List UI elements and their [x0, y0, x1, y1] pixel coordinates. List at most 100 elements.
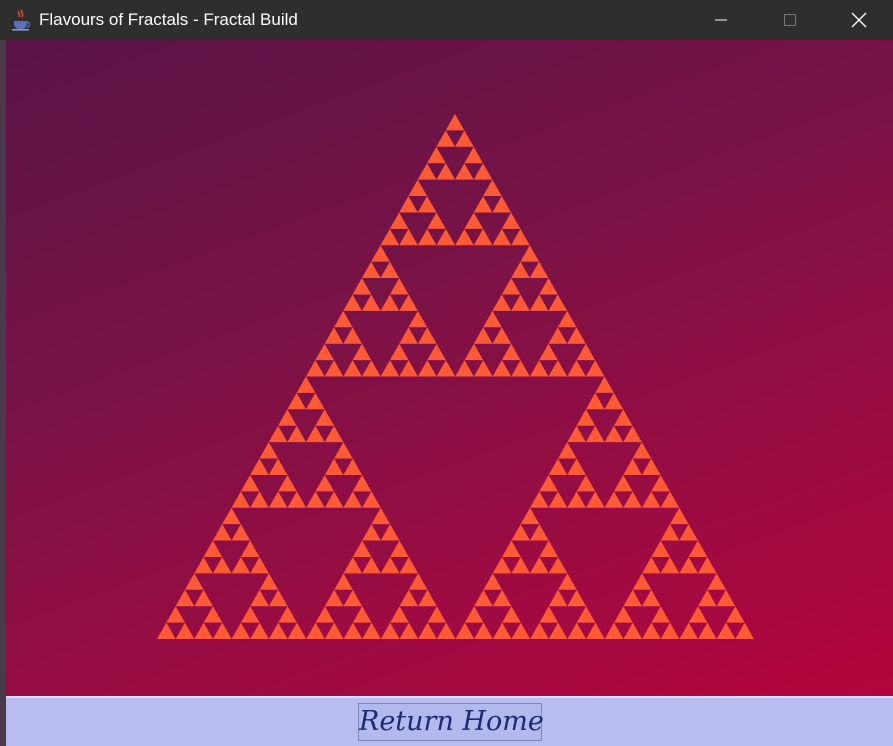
fractal-triangle — [632, 573, 652, 590]
fractal-triangle — [203, 540, 223, 557]
fractal-triangle — [268, 622, 288, 639]
fractal-triangle — [324, 458, 344, 475]
fractal-triangle — [371, 245, 390, 262]
fractal-triangle — [287, 622, 307, 639]
fractal-triangle — [604, 622, 624, 639]
fractal-triangle — [501, 343, 521, 361]
fractal-triangle — [212, 622, 232, 639]
fractal-triangle — [548, 491, 568, 508]
fractal-triangle — [641, 491, 661, 508]
fractal-triangle — [576, 409, 596, 426]
fractal-triangle — [250, 556, 269, 574]
fractal-triangle — [530, 622, 549, 639]
fractal-triangle — [492, 228, 512, 246]
fractal-triangle — [586, 622, 605, 639]
close-button[interactable] — [824, 0, 893, 40]
fractal-triangle — [343, 458, 363, 475]
fractal-triangle — [287, 392, 307, 410]
fractal-triangle — [380, 524, 400, 541]
fractal-triangle — [408, 573, 428, 590]
fractal-triangle — [380, 622, 400, 639]
fractal-triangle — [539, 606, 559, 623]
app-window: Flavours of Fractals - Fractal Build Ret… — [0, 0, 893, 746]
fractal-triangle — [502, 606, 521, 623]
fractal-triangle — [698, 589, 717, 607]
fractal-triangle — [483, 573, 503, 590]
fractal-triangle — [455, 163, 474, 180]
fractal-triangle — [679, 556, 698, 574]
fractal-triangle — [306, 392, 325, 410]
fractal-triangle — [250, 458, 269, 475]
fractal-triangle — [250, 491, 269, 508]
minimize-icon — [715, 19, 727, 21]
fractal-triangle — [604, 392, 624, 410]
fractal-triangle — [166, 606, 185, 623]
title-bar[interactable]: Flavours of Fractals - Fractal Build — [0, 0, 893, 41]
fractal-triangle — [362, 556, 381, 574]
fractal-triangle — [548, 556, 568, 574]
fractal-triangle — [679, 622, 699, 639]
fractal-triangle — [362, 524, 381, 541]
fractal-triangle — [361, 261, 381, 279]
fractal-triangle — [390, 606, 409, 623]
fractal-triangle — [352, 606, 372, 623]
sierpinski-fractal — [157, 114, 754, 639]
fractal-triangle — [735, 622, 754, 639]
fractal-triangle — [530, 491, 549, 508]
fractal-triangle — [585, 392, 605, 410]
fractal-triangle — [473, 228, 493, 246]
maximize-button[interactable] — [755, 0, 825, 40]
fractal-triangle — [641, 458, 661, 475]
fractal-triangle — [492, 556, 512, 574]
fractal-triangle — [660, 491, 680, 508]
fractal-triangle — [306, 491, 325, 508]
fractal-triangle — [436, 130, 456, 147]
fractal-triangle — [418, 622, 437, 639]
fractal-triangle — [296, 376, 316, 393]
fractal-triangle — [567, 425, 586, 443]
fractal-triangle — [558, 573, 577, 590]
fractal-triangle — [380, 294, 400, 311]
fractal-triangle — [352, 343, 372, 361]
fractal-triangle — [642, 589, 661, 607]
fractal-triangle — [418, 589, 437, 607]
fractal-triangle — [660, 556, 680, 574]
fractal-triangle — [567, 327, 586, 344]
fractal-triangle — [399, 294, 418, 311]
fractal-triangle — [464, 212, 484, 229]
fractal-triangle — [585, 425, 605, 443]
fractal-triangle — [642, 622, 661, 639]
fractal-triangle — [548, 589, 568, 607]
fractal-triangle — [548, 294, 568, 311]
fractal-triangle — [455, 622, 475, 639]
fractal-triangle — [371, 507, 391, 525]
fractal-triangle — [343, 589, 363, 607]
fractal-triangle — [567, 458, 586, 475]
fractal-triangle — [623, 622, 643, 639]
return-home-button[interactable]: Return Home — [358, 703, 544, 741]
fractal-triangle — [352, 278, 372, 295]
fractal-triangle — [511, 261, 530, 279]
fractal-triangle — [399, 196, 418, 213]
maximize-icon — [784, 14, 796, 26]
fractal-triangle — [222, 507, 241, 525]
fractal-triangle — [464, 343, 484, 361]
fractal-triangle — [324, 425, 344, 443]
fractal-triangle — [473, 327, 493, 344]
fractal-triangle — [361, 294, 381, 311]
fractal-triangle — [380, 360, 400, 377]
fractal-triangle — [464, 606, 484, 623]
fractal-triangle — [268, 425, 288, 443]
minimize-button[interactable] — [686, 0, 756, 40]
fractal-triangle — [473, 360, 493, 377]
fractal-triangle — [157, 622, 176, 639]
fractal-triangle — [334, 573, 353, 590]
fractal-triangle — [707, 573, 726, 590]
fractal-triangle — [231, 622, 251, 639]
fractal-triangle — [399, 228, 418, 246]
fractal-triangle — [455, 228, 474, 246]
fractal-triangle — [380, 556, 400, 574]
fractal-triangle — [585, 360, 605, 377]
fractal-triangle — [240, 606, 260, 623]
fractal-triangle — [268, 589, 288, 607]
